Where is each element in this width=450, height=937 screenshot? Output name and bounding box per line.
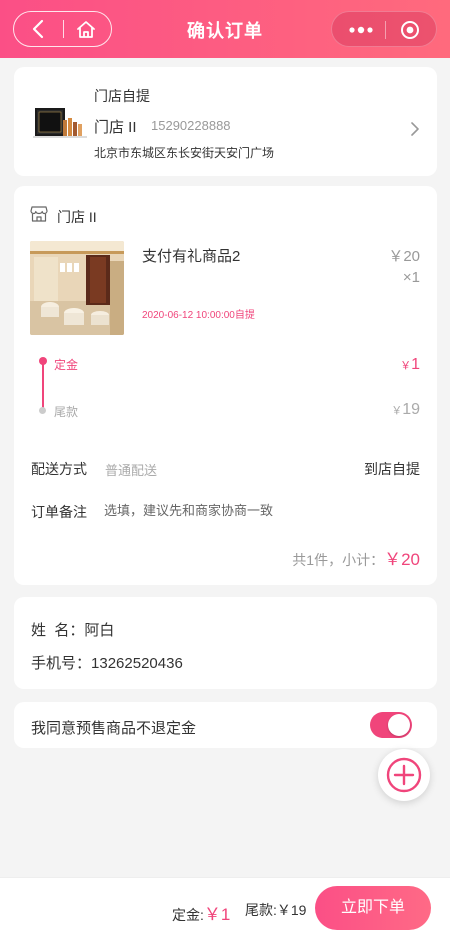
balance-step-dot — [39, 407, 46, 414]
order-card: 门店 II 支付有礼商品2 ￥20 ×1 2020-06-12 10:00:00… — [14, 186, 437, 585]
chevron-right-icon — [411, 122, 419, 136]
balance-value: 19 — [402, 401, 420, 418]
deposit-currency: ￥ — [400, 360, 412, 372]
order-note-label: 订单备注 — [31, 504, 87, 520]
store-thumbnail — [33, 108, 87, 138]
deposit-label: 定金 — [54, 358, 79, 372]
agreement-text: 我同意预售商品不退定金 — [31, 720, 197, 737]
order-store-name: 门店 II — [57, 209, 97, 225]
footer-balance-value: ￥19 — [276, 902, 307, 918]
contact-phone-row: 手机号：13262520436 — [31, 652, 183, 673]
delivery-type: 门店自提 — [94, 88, 150, 104]
goods-image[interactable] — [30, 241, 124, 335]
subtotal-label: 共1件，小计： — [292, 552, 385, 568]
subtotal-value: ￥20 — [384, 550, 420, 569]
contact-phone-label: 手机号： — [31, 655, 92, 672]
floating-add-button[interactable] — [378, 749, 430, 801]
order-note-input[interactable] — [104, 498, 414, 522]
balance-currency: ￥ — [391, 405, 403, 417]
shipping-label: 配送方式 — [31, 461, 87, 477]
toggle-knob — [388, 714, 410, 736]
footer-deposit-value: ￥1 — [203, 905, 231, 924]
close-icon[interactable] — [400, 20, 420, 40]
deposit-amount: ￥1 — [400, 356, 420, 374]
store-icon — [30, 206, 48, 222]
store-name: 门店 II — [94, 119, 137, 136]
order-subtotal: 共1件，小计：￥20 — [292, 545, 420, 570]
footer-balance: 尾款:￥19 — [245, 900, 306, 920]
pickup-date: 2020-06-12 10:00:00自提 — [142, 310, 255, 321]
contact-card: 姓 名：阿白 手机号：13262520436 — [14, 597, 437, 689]
footer-deposit: 定金:￥1 — [172, 900, 230, 925]
contact-phone: 13262520436 — [91, 655, 183, 672]
agreement-card: 我同意预售商品不退定金 — [14, 702, 437, 748]
capsule-divider — [385, 21, 386, 39]
pickup-address-card[interactable]: 门店自提 门店 II 15290228888 北京市东城区东长安街天安门广场 — [14, 67, 437, 176]
goods-image-picture — [30, 241, 124, 335]
shipping-hint: 普通配送 — [105, 463, 158, 478]
goods-title: 支付有礼商品2 — [142, 248, 241, 265]
deposit-step-dot — [39, 357, 47, 365]
place-order-button[interactable]: 立即下单 — [315, 886, 431, 930]
contact-name: 阿白 — [84, 622, 115, 639]
goods-price: ￥20 — [388, 248, 420, 265]
goods-quantity: ×1 — [402, 269, 420, 286]
store-address: 北京市东城区东长安街天安门广场 — [94, 146, 275, 160]
footer-balance-label: 尾款: — [245, 902, 277, 918]
deposit-value: 1 — [411, 356, 420, 373]
agreement-toggle[interactable] — [370, 712, 412, 738]
miniprogram-capsule — [331, 11, 437, 47]
contact-name-label: 姓 名： — [31, 622, 85, 639]
checkout-bar: 定金:￥1 尾款:￥19 立即下单 — [0, 877, 450, 937]
balance-amount: ￥19 — [391, 401, 420, 419]
nav-bar: 确认订单 — [0, 0, 450, 58]
plus-circle-icon — [386, 757, 422, 793]
store-phone: 15290228888 — [151, 118, 231, 133]
contact-name-row: 姓 名：阿白 — [31, 619, 114, 640]
payment-step-line — [42, 361, 44, 409]
footer-deposit-label: 定金: — [172, 907, 204, 923]
balance-label: 尾款 — [54, 405, 79, 419]
more-icon[interactable] — [348, 22, 374, 38]
shipping-method[interactable]: 到店自提 — [364, 459, 420, 479]
